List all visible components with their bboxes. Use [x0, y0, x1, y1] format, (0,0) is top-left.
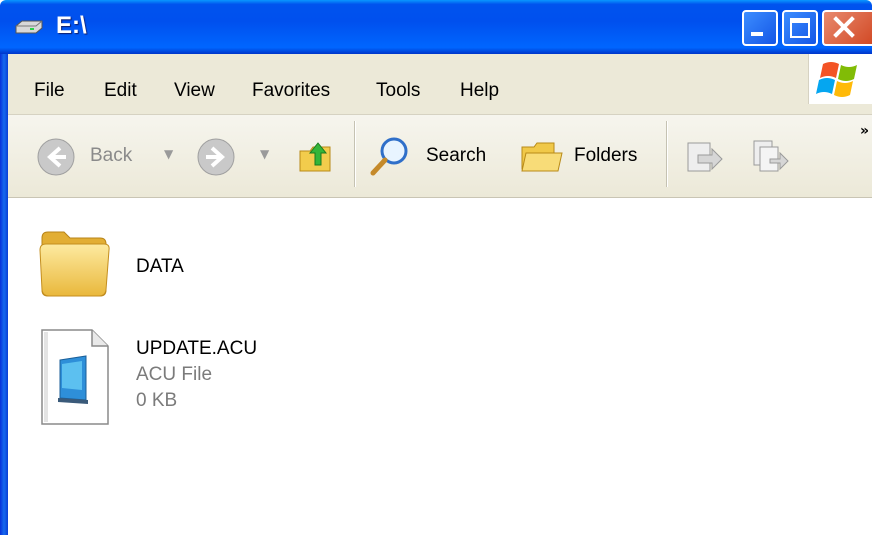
search-icon — [370, 137, 408, 176]
windows-logo — [808, 54, 872, 104]
file-icon — [41, 329, 109, 425]
move-to-button[interactable] — [682, 135, 726, 179]
back-button[interactable]: Back ▼ — [34, 135, 184, 179]
close-icon — [833, 16, 855, 38]
list-item[interactable]: DATA — [38, 224, 338, 306]
menu-file[interactable]: File — [34, 80, 65, 102]
toolbar-overflow-chevron[interactable]: » — [860, 123, 869, 139]
search-button[interactable]: Search — [366, 133, 506, 181]
close-button[interactable] — [822, 10, 872, 46]
copy-to-icon — [753, 140, 789, 172]
title-bar[interactable]: E:\ — [0, 0, 872, 54]
file-name: UPDATE.ACU — [136, 338, 258, 359]
menu-tools[interactable]: Tools — [376, 80, 420, 102]
drive-icon — [15, 20, 43, 34]
explorer-window: E:\ File Edit View Favorites Tools Help — [0, 0, 872, 535]
back-label: Back — [90, 145, 133, 166]
window-title: E:\ — [56, 12, 87, 39]
file-name: DATA — [136, 256, 184, 277]
folders-button[interactable]: Folders — [518, 133, 658, 181]
back-arrow-icon — [37, 138, 75, 176]
toolbar: Back ▼ ▼ Search Folders » — [8, 115, 872, 198]
file-size: 0 KB — [136, 390, 178, 411]
menu-favorites[interactable]: Favorites — [252, 80, 330, 102]
menu-view[interactable]: View — [174, 80, 215, 102]
up-folder-button[interactable] — [294, 135, 338, 179]
folders-icon — [521, 142, 563, 172]
forward-button[interactable]: ▼ — [194, 135, 290, 179]
maximize-icon — [790, 18, 810, 38]
file-type: ACU File — [136, 364, 213, 385]
folder-icon — [39, 231, 110, 297]
minimize-icon — [751, 32, 763, 36]
file-list-view: DATA UPDATE.ACU ACU File 0 KB — [8, 198, 872, 535]
move-to-icon — [687, 142, 723, 172]
list-item[interactable]: UPDATE.ACU ACU File 0 KB — [38, 328, 358, 432]
folders-label: Folders — [574, 145, 638, 166]
toolbar-separator — [666, 121, 668, 187]
menu-edit[interactable]: Edit — [104, 80, 137, 102]
menu-bar: File Edit View Favorites Tools Help — [8, 54, 872, 115]
forward-arrow-icon — [197, 138, 235, 176]
maximize-button[interactable] — [782, 10, 818, 46]
copy-to-button[interactable] — [748, 135, 792, 179]
menu-help[interactable]: Help — [460, 80, 499, 102]
windows-flag-icon — [816, 62, 857, 97]
up-folder-icon — [299, 142, 331, 172]
back-dropdown-icon: ▼ — [164, 147, 174, 161]
search-label: Search — [426, 145, 487, 166]
minimize-button[interactable] — [742, 10, 778, 46]
toolbar-separator — [354, 121, 356, 187]
window-frame-left — [0, 54, 8, 535]
forward-dropdown-icon: ▼ — [260, 147, 270, 161]
